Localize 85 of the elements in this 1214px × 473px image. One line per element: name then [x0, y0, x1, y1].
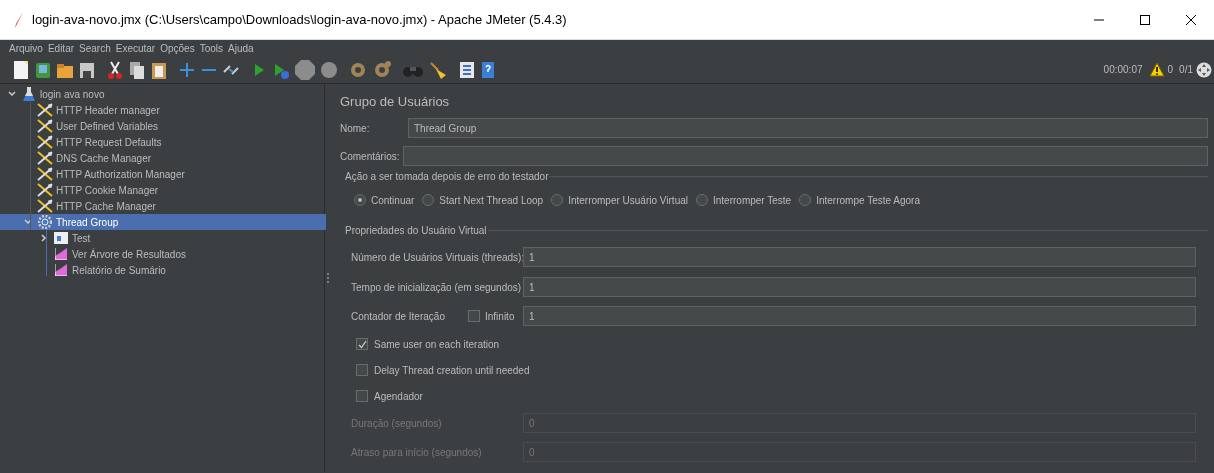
- checkbox-label: Same user on each iteration: [374, 337, 500, 352]
- wrench-icon: [37, 119, 53, 133]
- radio-button[interactable]: [551, 194, 564, 206]
- tree-item[interactable]: HTTP Cache Manager: [56, 198, 156, 214]
- tree-item[interactable]: Ver Árvore de Resultados: [72, 246, 186, 262]
- menu-item[interactable]: Ajuda: [228, 40, 254, 56]
- wrench-icon: [37, 199, 53, 213]
- menu-item[interactable]: Editar: [47, 40, 75, 56]
- copy-icon[interactable]: [128, 59, 146, 80]
- chart-icon: [55, 264, 67, 276]
- tree-item[interactable]: HTTP Authorization Manager: [56, 166, 185, 182]
- active-threads: 0/1: [1179, 63, 1193, 77]
- chevron-down-icon[interactable]: [24, 218, 32, 226]
- tree-item-label: Thread Group: [56, 215, 119, 230]
- checkbox-label: Agendador: [374, 389, 423, 404]
- tree-item[interactable]: HTTP Cookie Manager: [56, 182, 159, 198]
- input-field[interactable]: 1: [523, 247, 1196, 267]
- close-icon[interactable]: [1186, 14, 1196, 25]
- wrench-icon: [37, 167, 53, 181]
- wrench-icon: [37, 103, 53, 117]
- radio-label: Continuar: [371, 193, 415, 208]
- flask-icon: [23, 87, 35, 101]
- checkbox[interactable]: [356, 364, 368, 376]
- broom-icon[interactable]: [428, 59, 448, 80]
- field-label: Contador de Iteração: [351, 309, 446, 324]
- radio-button[interactable]: [696, 194, 708, 206]
- chart-icon: [55, 248, 67, 260]
- input-field[interactable]: [403, 146, 1208, 166]
- group-legend: Propriedades do Usuário Virtual: [345, 222, 487, 238]
- input-field[interactable]: Thread Group: [408, 118, 1208, 138]
- radio-label: Start Next Thread Loop: [439, 193, 544, 208]
- maximize-icon[interactable]: [1140, 14, 1150, 25]
- checkbox[interactable]: [468, 310, 480, 322]
- error-count: 0: [1167, 63, 1174, 77]
- input-field[interactable]: 1: [523, 306, 1196, 326]
- wrench-icon: [37, 135, 53, 149]
- input-field[interactable]: 1: [523, 277, 1196, 297]
- checkbox[interactable]: [356, 390, 368, 402]
- gear-icon: [38, 215, 52, 229]
- elapsed-time: 00:00:07: [1103, 63, 1143, 77]
- controller-icon: [54, 232, 68, 244]
- radio-button[interactable]: [422, 194, 435, 206]
- new-file-icon[interactable]: [12, 59, 30, 80]
- checkbox[interactable]: [356, 338, 368, 350]
- field-label: Nome:: [340, 121, 371, 136]
- menu-item[interactable]: Executar: [115, 40, 156, 56]
- shutdown-icon[interactable]: [320, 59, 338, 80]
- field-label: Número de Usuários Virtuais (threads):: [351, 250, 523, 265]
- list-icon[interactable]: [458, 59, 476, 80]
- tree-item[interactable]: User Defined Variables: [56, 118, 159, 134]
- warning-icon[interactable]: [1148, 62, 1165, 77]
- menu-item[interactable]: Arquivo: [9, 40, 43, 56]
- menu-item[interactable]: Search: [79, 40, 111, 56]
- field-label: Comentários:: [340, 149, 401, 164]
- menu-item[interactable]: Tools: [199, 40, 223, 56]
- selected-tree-row[interactable]: Thread Group: [0, 214, 326, 230]
- radio-label: Interrompe Teste Agora: [816, 193, 920, 208]
- help-icon[interactable]: [480, 59, 496, 80]
- tree-item[interactable]: Relatório de Sumário: [72, 262, 166, 278]
- menu-item[interactable]: Opções: [160, 40, 195, 56]
- tree-item[interactable]: DNS Cache Manager: [56, 150, 152, 166]
- splitter-handle[interactable]: [327, 273, 329, 283]
- clear-all-icon[interactable]: [372, 59, 392, 80]
- group-legend: Ação a ser tomada depois de erro do testador: [345, 168, 549, 184]
- expand-icon[interactable]: [1196, 61, 1212, 78]
- field-label: Tempo de inicialização (em segundos): [351, 280, 523, 295]
- panel-title: Grupo de Usuários: [340, 93, 451, 111]
- tree-item[interactable]: Test: [72, 230, 91, 246]
- radio-label: Interromper Teste: [713, 193, 792, 208]
- radio-button[interactable]: [354, 194, 366, 206]
- tree-item[interactable]: HTTP Request Defaults: [56, 134, 162, 150]
- tree-item[interactable]: HTTP Header manager: [56, 102, 160, 118]
- checkbox-label: Delay Thread creation until needed: [374, 363, 530, 378]
- window-title: login-ava-novo.jmx (C:\Users\campo\Downloads\login-ava-novo.jmx) - Apache JMeter (5.4.3): [32, 10, 567, 29]
- checkbox-label: Infinito: [485, 309, 515, 324]
- radio-button[interactable]: [799, 194, 812, 206]
- chevron-down-icon[interactable]: [8, 90, 16, 98]
- field-label: Duração (segundos): [351, 416, 443, 431]
- tree-item[interactable]: login ava novo: [40, 86, 105, 102]
- wrench-icon: [37, 183, 53, 197]
- stop-icon[interactable]: [294, 58, 316, 81]
- cut-icon[interactable]: [106, 59, 124, 80]
- wrench-icon: [37, 151, 53, 165]
- chevron-right-icon[interactable]: [40, 234, 48, 242]
- radio-label: Interromper Usuário Virtual: [568, 193, 688, 208]
